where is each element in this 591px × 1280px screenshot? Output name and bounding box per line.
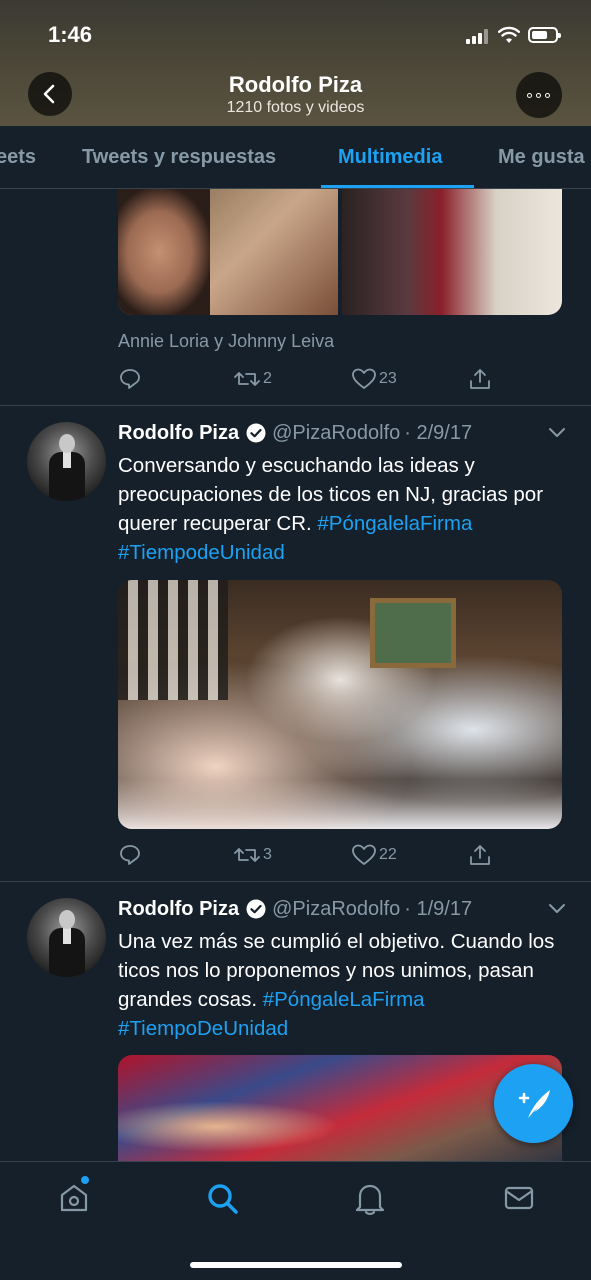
tab-media[interactable]: Multimedia	[338, 146, 442, 169]
tweet-text: Una vez más se cumplió el objetivo. Cuan…	[118, 927, 568, 1043]
tweet-author-name[interactable]: Rodolfo Piza	[118, 422, 239, 445]
avatar-shirt	[63, 928, 71, 944]
tweet-photo[interactable]	[118, 189, 562, 315]
tweet-author-handle[interactable]: @PizaRodolfo	[272, 898, 400, 921]
tweet-author-handle[interactable]: @PizaRodolfo	[272, 422, 400, 445]
retweet-button[interactable]: 3	[233, 843, 272, 867]
photo-curtain	[118, 580, 228, 700]
tweet-date: · 1/9/17	[404, 897, 473, 920]
photo-right	[342, 189, 562, 315]
more-options-button[interactable]	[516, 72, 562, 118]
reply-icon	[120, 369, 140, 389]
reply-button[interactable]	[118, 367, 142, 391]
retweet-count: 3	[263, 846, 272, 863]
share-button[interactable]	[468, 367, 492, 391]
retweet-icon	[234, 372, 260, 386]
hashtag-link[interactable]: #TiempoDeUnidad	[118, 1017, 288, 1040]
avatar[interactable]	[27, 422, 106, 501]
avatar-shirt	[63, 452, 71, 468]
status-bar: 1:46	[0, 0, 591, 70]
verified-badge-icon	[246, 899, 266, 919]
compose-tweet-button[interactable]	[494, 1064, 573, 1143]
like-count: 23	[379, 370, 397, 387]
heart-icon	[352, 368, 376, 389]
tweet-actions: 2 23	[118, 367, 562, 391]
home-icon[interactable]	[58, 1182, 90, 1214]
tab-tweets-replies[interactable]: Tweets y respuestas	[82, 146, 276, 169]
photo-face	[118, 189, 210, 315]
reply-icon	[120, 845, 140, 865]
bottom-navigation	[0, 1161, 591, 1280]
retweet-icon	[234, 848, 260, 862]
tweet-date: · 2/9/17	[404, 421, 473, 444]
notifications-icon[interactable]	[355, 1182, 385, 1216]
hashtag-link[interactable]: #TiempodeUnidad	[118, 541, 285, 564]
profile-name: Rodolfo Piza	[228, 72, 363, 97]
active-tab-indicator	[321, 185, 474, 188]
heart-icon	[352, 844, 376, 865]
verified-badge-icon	[246, 423, 266, 443]
avatar-head	[59, 434, 75, 453]
compose-icon	[518, 1090, 550, 1118]
like-button[interactable]: 23	[351, 367, 397, 391]
more-dot	[536, 93, 541, 98]
tweet-divider	[0, 405, 591, 406]
tab-tweets[interactable]: eets	[0, 146, 36, 169]
wifi-icon	[498, 26, 520, 43]
tab-likes[interactable]: Me gusta	[498, 146, 585, 169]
battery-icon	[528, 27, 561, 43]
like-button[interactable]: 22	[351, 843, 397, 867]
messages-icon[interactable]	[503, 1182, 535, 1214]
tweet-photo[interactable]	[118, 580, 562, 829]
chevron-down-icon[interactable]	[548, 903, 566, 915]
more-dot	[545, 93, 550, 98]
chevron-down-icon[interactable]	[548, 427, 566, 439]
avatar-head	[59, 910, 75, 929]
tagged-users[interactable]: Annie Loria y Johnny Leiva	[118, 331, 334, 352]
profile-tabs: eets Tweets y respuestas Multimedia Me g…	[0, 126, 591, 189]
tweet-header: Rodolfo Piza @PizaRodolfo · 1/9/17	[118, 896, 472, 922]
share-button[interactable]	[468, 843, 492, 867]
tweet-header: Rodolfo Piza @PizaRodolfo · 2/9/17	[118, 420, 472, 446]
reply-button[interactable]	[118, 843, 142, 867]
tweet-author-name[interactable]: Rodolfo Piza	[118, 898, 239, 921]
tweet-actions: 3 22	[118, 843, 562, 867]
tweet-text: Conversando y escuchando las ideas y pre…	[118, 451, 568, 567]
avatar[interactable]	[27, 898, 106, 977]
hashtag-link[interactable]: #PóngaleLaFirma	[263, 988, 425, 1011]
cellular-signal-icon	[466, 29, 490, 44]
tweet-divider	[0, 881, 591, 882]
more-dots-icon	[527, 93, 532, 98]
share-icon	[470, 845, 490, 865]
retweet-count: 2	[263, 370, 272, 387]
search-icon[interactable]	[206, 1182, 240, 1216]
media-count: 1210 fotos y videos	[226, 99, 365, 116]
like-count: 22	[379, 846, 397, 863]
photo-frame	[370, 598, 456, 668]
home-notification-dot	[81, 1176, 89, 1184]
profile-header-banner: 1:46 Rodolfo Piza 1210 fotos y videos	[0, 0, 591, 126]
status-time: 1:46	[48, 22, 93, 47]
hashtag-link[interactable]: #PóngalelaFirma	[317, 512, 472, 535]
media-feed[interactable]: Annie Loria y Johnny Leiva 2 23 Rodolfo …	[0, 189, 591, 1161]
home-indicator[interactable]	[190, 1262, 402, 1268]
retweet-button[interactable]: 2	[233, 367, 272, 391]
share-icon	[470, 369, 490, 389]
